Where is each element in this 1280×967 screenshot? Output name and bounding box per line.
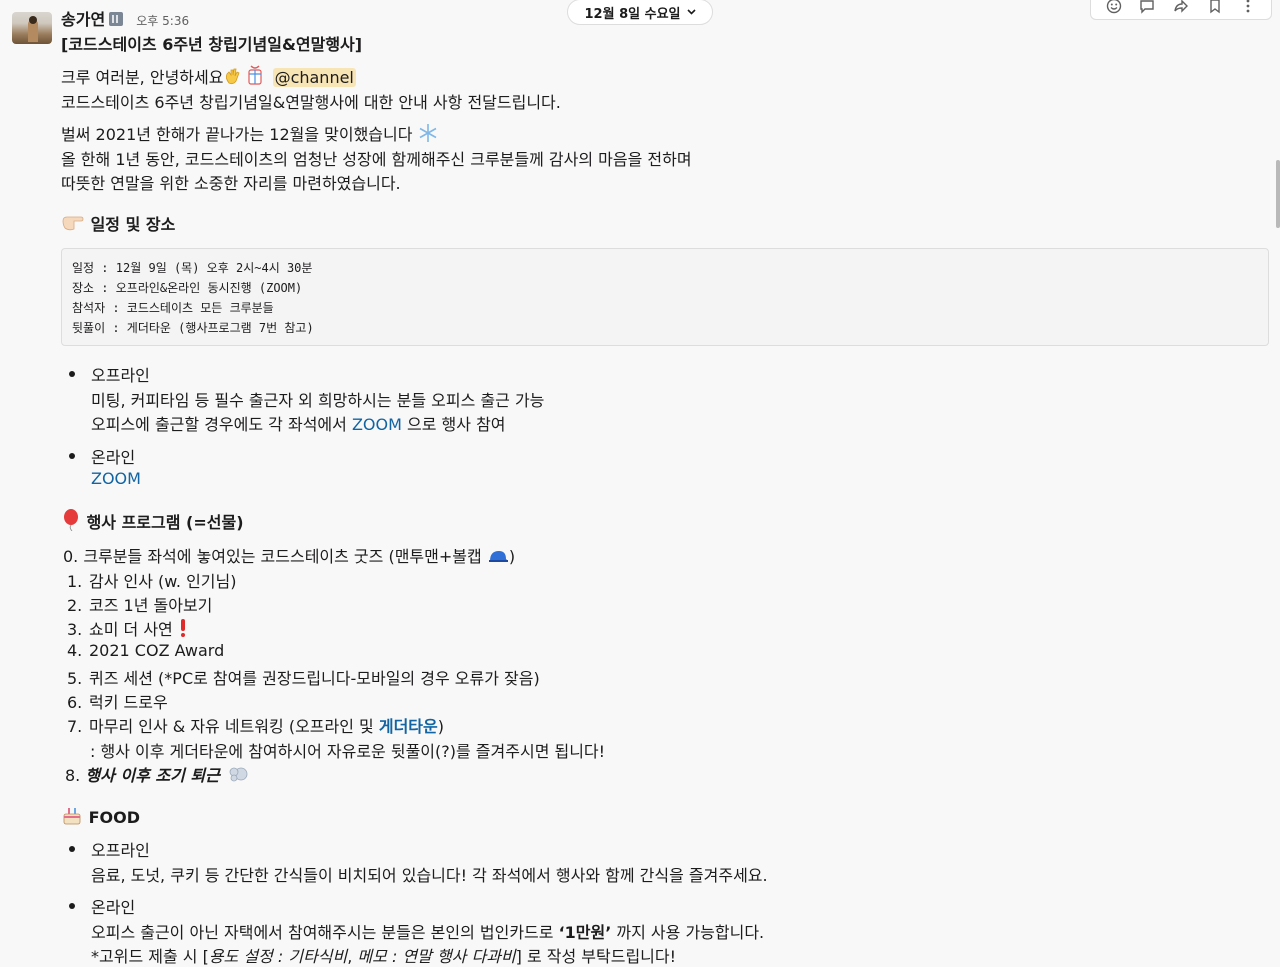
sender-name[interactable]: 송가연 xyxy=(61,10,105,29)
offline-line-2: 오피스에 출근할 경우에도 각 좌석에서 ZOOM 으로 행사 참여 xyxy=(91,415,506,434)
greeting-text: 크루 여러분, 안녕하세요 xyxy=(61,68,224,87)
code-line: 일정 : 12월 9일 (목) 오후 2시~4시 30분 xyxy=(72,261,313,275)
more-actions-icon[interactable] xyxy=(1239,0,1257,15)
program-item: 2. 코즈 1년 돌아보기 xyxy=(67,596,213,615)
emoji-reaction-icon[interactable] xyxy=(1105,0,1123,15)
bullet-icon xyxy=(69,371,75,377)
avatar[interactable] xyxy=(12,12,52,44)
program-item-7-sub: : 행사 이후 게더타운에 참여하시어 자유로운 뒷풀이(?)를 즐겨주시면 됩… xyxy=(90,742,606,761)
intro-line: 코드스테이츠 6주년 창립기념일&연말행사에 대한 안내 사항 전달드립니다. xyxy=(61,93,561,112)
balloon-icon xyxy=(61,509,81,535)
program-item: 7. 마무리 인사 & 자유 네트워킹 (오프라인 및 게더타운) xyxy=(67,717,444,736)
greeting-line: 크루 여러분, 안녕하세요 @channel xyxy=(61,64,356,90)
party-popper-icon xyxy=(243,64,267,90)
schedule-heading: 일정 및 장소 xyxy=(61,211,175,237)
food-guide-text: *고위드 제출 시 [용도 설정 : 기타식비, 메모 : 연말 행사 다과비]… xyxy=(91,947,677,966)
cap-icon xyxy=(487,549,509,569)
food-offline-text: 음료, 도넛, 쿠키 등 간단한 간식들이 비치되어 있습니다! 각 좌석에서 … xyxy=(91,866,768,885)
program-item: 3. 쇼미 더 사연 xyxy=(67,616,188,642)
exclamation-icon xyxy=(178,618,188,642)
code-line: 참석자 : 코드스테이츠 모든 크루분들 xyxy=(72,301,274,315)
food-offline-label: 오프라인 xyxy=(91,841,150,860)
para-line-3: 따뜻한 연말을 위한 소중한 자리를 마련하였습니다. xyxy=(61,174,401,193)
program-item: 1. 감사 인사 (w. 인기님) xyxy=(67,572,237,591)
food-online-label: 온라인 xyxy=(91,898,136,917)
bookmark-icon[interactable] xyxy=(1206,0,1224,15)
schedule-code-block: 일정 : 12월 9일 (목) 오후 2시~4시 30분 장소 : 오프라인&온… xyxy=(61,248,1269,346)
program-item: 6. 럭키 드로우 xyxy=(67,693,168,712)
food-online-text: 오피스 출근이 아닌 자택에서 참여해주시는 분들은 본인의 법인카드로 ‘1만… xyxy=(91,923,765,942)
snowflake-icon xyxy=(418,123,438,147)
message-header: 송가연 오후 5:36 xyxy=(61,6,189,30)
timestamp[interactable]: 오후 5:36 xyxy=(136,14,189,28)
message-actions-toolbar xyxy=(1090,0,1272,20)
building-icon xyxy=(109,12,124,26)
para-line-1: 벌써 2021년 한해가 끝나가는 12월을 맞이했습니다 xyxy=(61,121,438,147)
program-heading: 행사 프로그램 (=선물) xyxy=(61,509,244,535)
online-label: 온라인 xyxy=(91,448,136,467)
waving-hand-icon xyxy=(223,66,243,90)
message-title: [코드스테이츠 6주년 창립기념일&연말행사] xyxy=(61,35,363,54)
pointing-hand-icon xyxy=(61,211,85,237)
reply-thread-icon[interactable] xyxy=(1138,0,1156,15)
share-icon[interactable] xyxy=(1172,0,1190,15)
code-line: 뒷풀이 : 게더타운 (행사프로그램 7번 참고) xyxy=(72,321,314,335)
chevron-down-icon xyxy=(686,9,696,15)
scrollbar[interactable] xyxy=(1276,160,1280,228)
offline-label: 오프라인 xyxy=(91,366,150,385)
program-item: 4. 2021 COZ Award xyxy=(67,641,225,660)
para-line-2: 올 한해 1년 동안, 코드스테이츠의 엄청난 성장에 함께해주신 크루분들께 … xyxy=(61,150,692,169)
date-divider-button[interactable]: 12월 8일 수요일 xyxy=(567,0,713,25)
gathertown-link[interactable]: 게더타운 xyxy=(379,717,438,736)
bullet-icon xyxy=(69,453,75,459)
bullet-icon xyxy=(69,846,75,852)
channel-mention[interactable]: @channel xyxy=(272,68,356,87)
date-label: 12월 8일 수요일 xyxy=(584,6,681,22)
offline-line-1: 미팅, 커피타임 등 필수 출근자 외 희망하시는 분들 오피스 출근 가능 xyxy=(91,391,545,410)
program-item: 5. 퀴즈 세션 (*PC로 참여를 권장드립니다-모바일의 경우 오류가 잦음) xyxy=(67,669,540,688)
program-item-0: 0. 크루분들 좌석에 놓여있는 코드스테이츠 굿즈 (맨투맨+볼캡 ) xyxy=(63,543,515,569)
dash-icon xyxy=(225,764,249,788)
program-item-8: 8. 행사 이후 조기 퇴근 xyxy=(65,762,249,788)
food-heading: FOOD xyxy=(61,804,140,830)
code-line: 장소 : 오프라인&온라인 동시진행 (ZOOM) xyxy=(72,281,303,295)
zoom-link[interactable]: ZOOM xyxy=(91,469,141,488)
zoom-link[interactable]: ZOOM xyxy=(352,415,402,434)
cake-icon xyxy=(61,804,83,830)
bullet-icon xyxy=(69,903,75,909)
